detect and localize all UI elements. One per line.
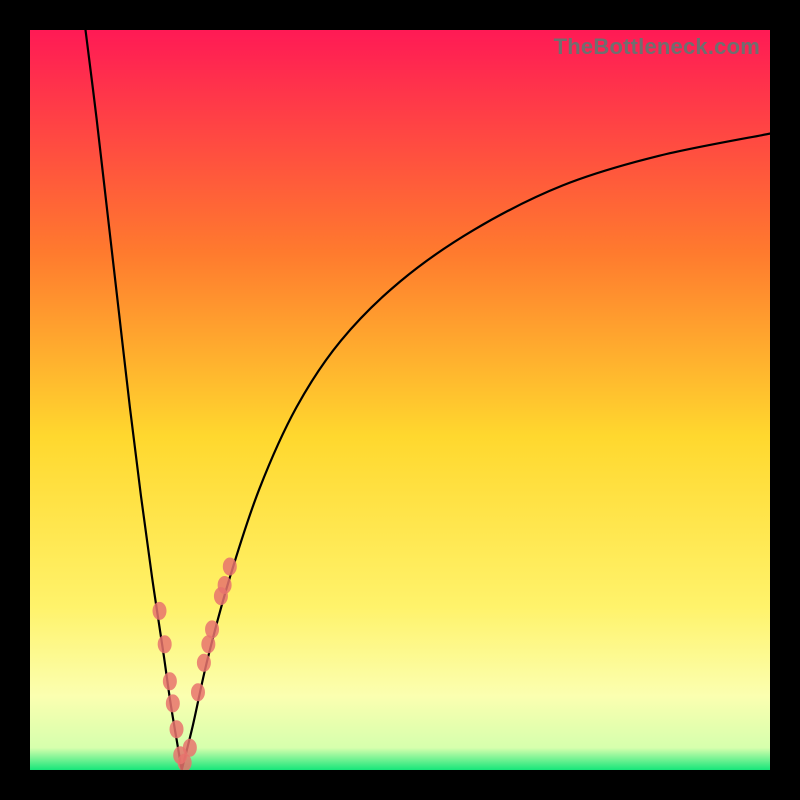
sample-dot (166, 694, 180, 712)
sample-dot (197, 654, 211, 672)
sample-dot (183, 739, 197, 757)
plot-area: TheBottleneck.com (30, 30, 770, 770)
sample-dot (153, 602, 167, 620)
curve-layer (30, 30, 770, 770)
watermark-text: TheBottleneck.com (554, 34, 760, 60)
sample-dot (223, 558, 237, 576)
sample-dot (218, 576, 232, 594)
sample-dot (170, 720, 184, 738)
outer-frame: TheBottleneck.com (0, 0, 800, 800)
curve-left-branch (86, 30, 182, 770)
sample-dot (191, 683, 205, 701)
sample-dot (205, 620, 219, 638)
sample-dot (163, 672, 177, 690)
sample-dot (158, 635, 172, 653)
curve-right-branch (182, 134, 770, 770)
